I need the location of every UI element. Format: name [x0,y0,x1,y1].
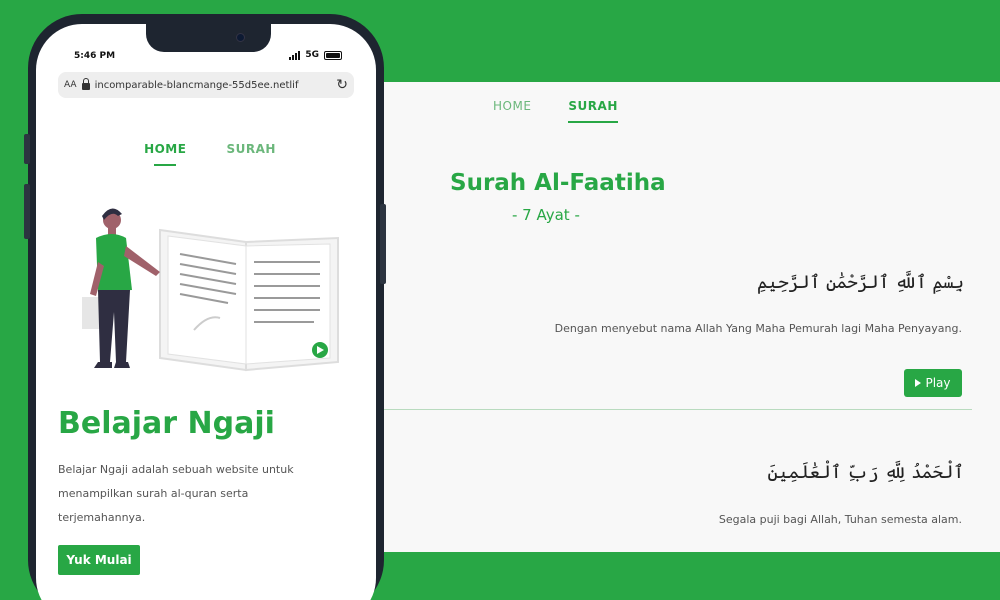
network-label: 5G [305,50,319,60]
start-button[interactable]: Yuk Mulai [58,545,140,575]
surah-title: Surah Al-Faatiha [450,170,666,196]
status-bar-right: 5G [289,50,342,60]
phone-volume-button [24,134,30,164]
ayat-translation: Segala puji bagi Allah, Tuhan semesta al… [718,513,962,526]
mobile-nav-home[interactable]: HOME [144,142,186,166]
desktop-nav-surah[interactable]: SURAH [568,99,619,123]
phone-screen: 5:46 PM 5G AA incomparable-blancmange-55… [36,24,376,600]
desktop-nav: HOME SURAH [493,99,619,123]
signal-icon [289,50,301,60]
ayat-translation: Dengan menyebut nama Allah Yang Maha Pem… [554,322,962,335]
mobile-nav-surah[interactable]: SURAH [226,142,275,166]
browser-url-bar[interactable]: AA incomparable-blancmange-55d5ee.netlif… [58,72,354,98]
phone-power-button [380,204,386,284]
play-button-label: Play [925,376,951,390]
text-size-button[interactable]: AA [64,80,77,90]
mobile-nav: HOME SURAH [36,142,376,166]
ayat-divider [300,409,972,410]
surah-subtitle: - 7 Ayat - [512,206,580,224]
url-text[interactable]: incomparable-blancmange-55d5ee.netlif [95,80,332,91]
battery-icon [324,50,342,60]
lock-icon [81,78,90,90]
phone-notch [146,24,271,52]
reading-illustration [82,208,339,372]
play-icon [915,379,922,387]
phone-mockup: 5:46 PM 5G AA incomparable-blancmange-55… [24,14,386,600]
ayat-arabic-text: بِسْمِ ٱللَّهِ ٱلرَّحْمَٰنِ ٱلرَّحِيمِ [756,272,964,293]
phone-volume-button [24,184,30,239]
play-button[interactable]: Play [904,369,962,397]
hero-title: Belajar Ngaji [58,406,275,441]
status-time: 5:46 PM [74,51,116,61]
ayat-arabic-text: ٱلْحَمْدُ لِلَّهِ رَبِّ ٱلْعَٰلَمِينَ [767,462,964,483]
desktop-nav-home[interactable]: HOME [493,99,531,123]
camera-icon [236,33,245,42]
desktop-surah-page: HOME SURAH Surah Al-Faatiha - 7 Ayat - ب… [300,82,1000,552]
reload-icon[interactable]: ↻ [336,77,348,93]
hero-description: Belajar Ngaji adalah sebuah website untu… [58,463,294,524]
